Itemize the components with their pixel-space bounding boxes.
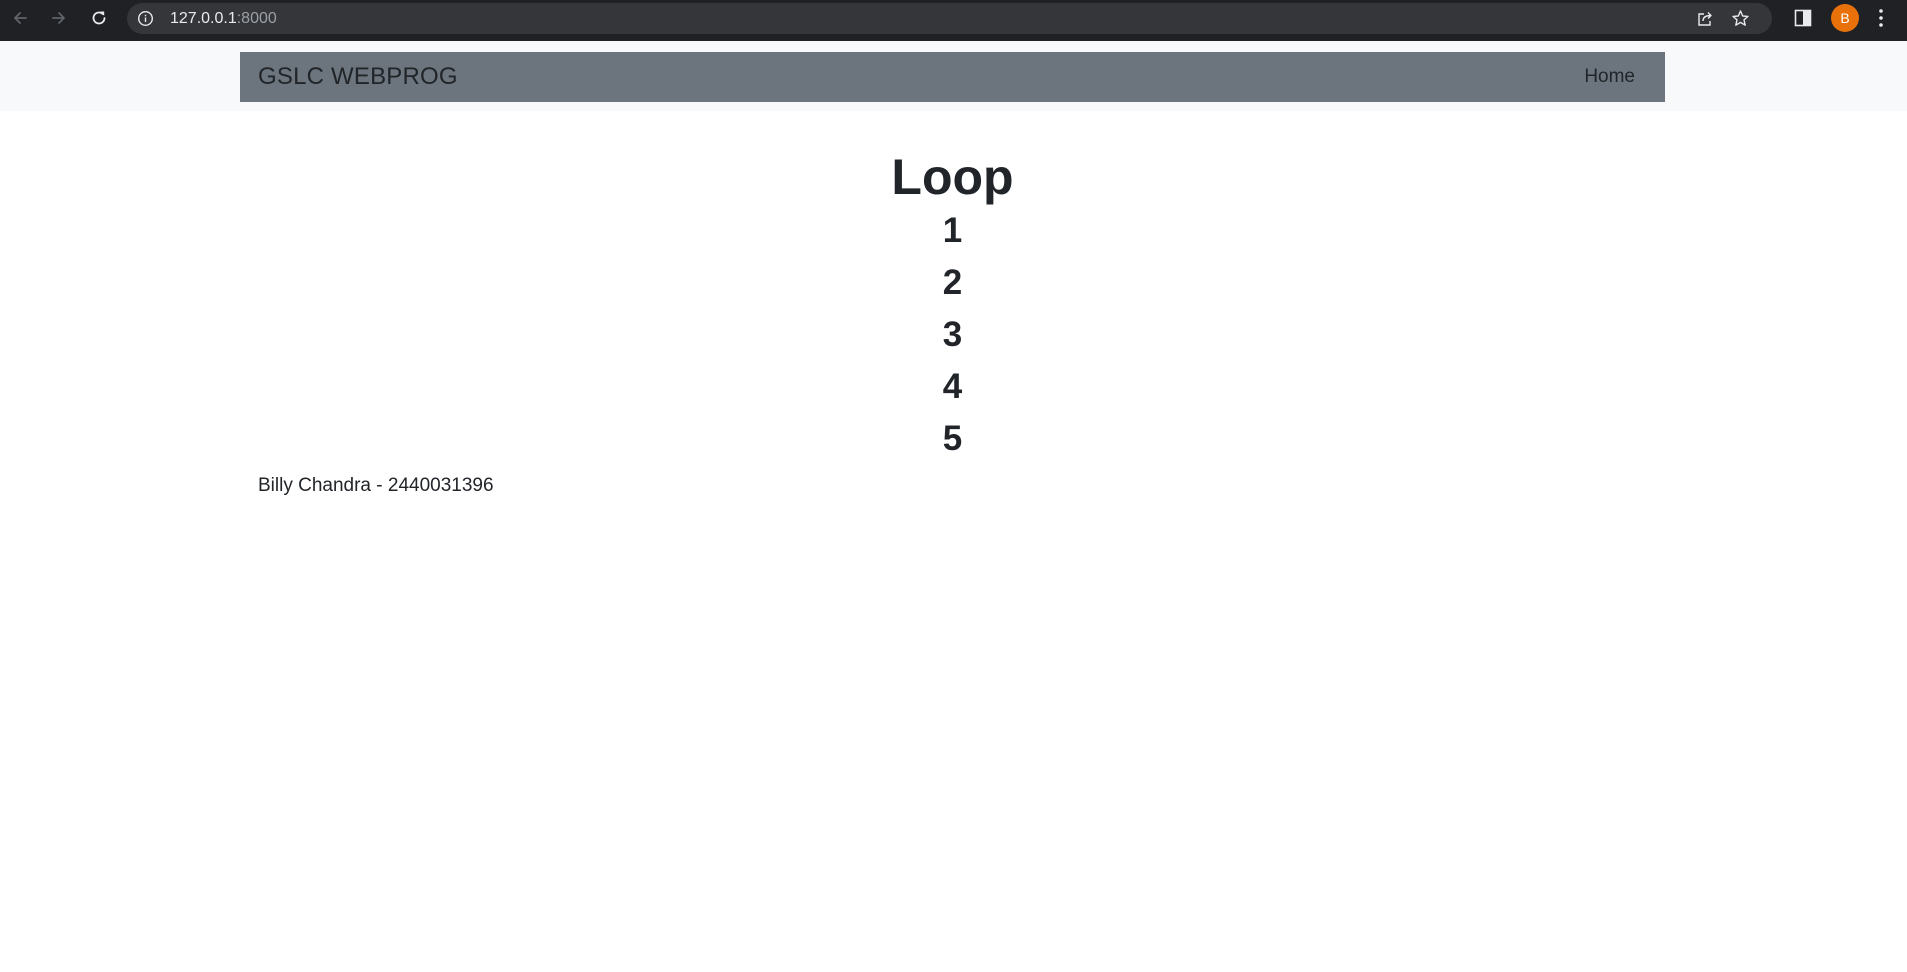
- navbar: GSLC WEBPROG Home: [240, 52, 1665, 102]
- footer-author: Billy Chandra - 2440031396: [258, 475, 494, 496]
- navbar-brand[interactable]: GSLC WEBPROG: [258, 63, 458, 91]
- loop-item: 5: [942, 419, 963, 458]
- url-host: 127.0.0.1: [170, 10, 237, 27]
- forward-button[interactable]: [41, 0, 77, 36]
- loop-item: 3: [942, 315, 963, 354]
- share-icon[interactable]: [1696, 10, 1714, 28]
- page-title: Loop: [891, 149, 1014, 205]
- profile-avatar[interactable]: B: [1831, 4, 1859, 32]
- nav-link-home[interactable]: Home: [1584, 66, 1635, 88]
- address-bar[interactable]: 127.0.0.1:8000: [127, 3, 1772, 34]
- loop-item: 4: [942, 367, 963, 406]
- loop-item: 1: [942, 211, 963, 250]
- forward-arrow-icon: [52, 12, 65, 24]
- loop-item: 2: [942, 263, 963, 302]
- reload-button[interactable]: [81, 0, 117, 36]
- side-panel-icon[interactable]: [1794, 9, 1812, 27]
- back-button[interactable]: [2, 0, 38, 36]
- info-icon[interactable]: [137, 10, 154, 27]
- kebab-menu-icon[interactable]: [1878, 8, 1884, 28]
- browser-toolbar: 127.0.0.1:8000 B: [0, 0, 1907, 41]
- url-port: :8000: [236, 10, 277, 27]
- url-text[interactable]: 127.0.0.1:8000: [170, 10, 277, 28]
- reload-icon: [92, 11, 106, 25]
- page-viewport: GSLC WEBPROG Home Loop 1 2 3 4 5 Billy C…: [0, 41, 1907, 972]
- star-icon[interactable]: [1731, 9, 1750, 28]
- back-arrow-icon: [14, 12, 27, 24]
- navbar-container: GSLC WEBPROG Home: [0, 41, 1907, 111]
- loop-list: 1 2 3 4 5: [240, 211, 1665, 471]
